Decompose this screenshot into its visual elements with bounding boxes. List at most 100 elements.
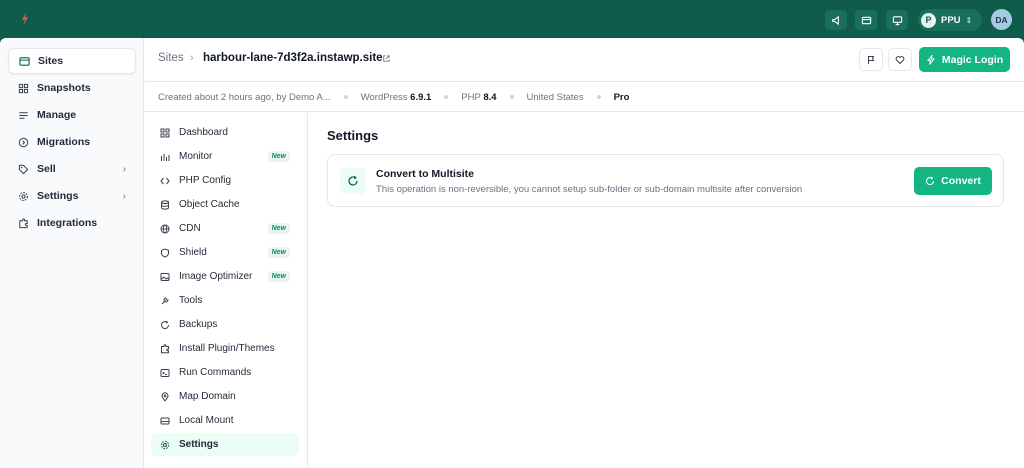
shield-icon (161, 247, 169, 258)
team-switcher[interactable]: P PPU ⇕ (918, 9, 982, 31)
sidebar-item-sell[interactable]: Sell › (8, 156, 136, 182)
app-frame: Sites Snapshots Manage Migrations Sell ›… (0, 38, 1024, 468)
site-title: harbour-lane-7d3f2a.instawp.site (203, 52, 383, 64)
meta-separator-dot (596, 95, 601, 99)
database-icon (161, 199, 169, 210)
pin-icon (161, 391, 169, 402)
subnav-item-object-cache[interactable]: Object Cache (151, 193, 299, 216)
meta-separator-dot (509, 95, 514, 99)
list-icon (19, 111, 28, 119)
gear-icon (160, 440, 170, 449)
refresh-icon (926, 176, 935, 186)
subnav-label: Settings (179, 439, 219, 450)
wordpress-version: 6.9.1 (410, 91, 432, 103)
sidebar-item-label: Sites (38, 55, 64, 67)
drive-icon (160, 417, 170, 424)
wordpress-label: WordPress (360, 91, 408, 103)
sidebar-item-label: Manage (37, 109, 77, 121)
billing-button[interactable] (855, 10, 877, 30)
breadcrumb-separator: › (190, 52, 194, 64)
image-icon (160, 272, 170, 281)
globe-icon (160, 224, 170, 233)
magic-login-label: Magic Login (941, 53, 1004, 66)
subnav-item-tools[interactable]: Tools (151, 289, 299, 312)
subnav-item-install-plugin-themes[interactable]: Install Plugin/Themes (151, 337, 299, 360)
sidebar: Sites Snapshots Manage Migrations Sell ›… (0, 38, 144, 468)
region-info: United States (526, 91, 584, 103)
wordpress-info: WordPress 6.9.1 (361, 92, 432, 103)
created-info: Created about 2 hours ago, by Demo A... (158, 91, 331, 103)
sidebar-item-migrations[interactable]: Migrations (8, 129, 136, 155)
subnav-label: Backups (179, 319, 218, 330)
site-subnav: Dashboard Monitor New PHP Config Object … (145, 113, 308, 468)
chevron-right-icon: › (122, 190, 126, 202)
tag-icon (18, 164, 29, 174)
plan-info: Pro (613, 91, 630, 103)
refresh-icon (348, 175, 358, 186)
sidebar-item-label: Settings (37, 190, 79, 202)
subnav-item-cdn[interactable]: CDN New (151, 217, 299, 240)
new-badge: New (267, 247, 290, 258)
sidebar-item-label: Sell (37, 163, 56, 175)
puzzle-icon (161, 343, 169, 353)
sidebar-item-label: Snapshots (37, 82, 91, 94)
subnav-label: Run Commands (179, 367, 252, 378)
grid-icon (18, 83, 29, 93)
announcement-button[interactable] (825, 10, 847, 30)
user-avatar[interactable]: DA (991, 9, 1012, 30)
top-bar: P PPU ⇕ DA (0, 0, 1024, 38)
subnav-label: Image Optimizer (179, 271, 253, 282)
site-meta-bar: Created about 2 hours ago, by Demo A... … (145, 83, 1024, 112)
subnav-item-settings[interactable]: Settings (151, 433, 299, 456)
convert-button[interactable]: Convert (914, 167, 992, 195)
subnav-label: Local Mount (179, 415, 234, 426)
flag-button[interactable] (859, 48, 883, 71)
subnav-item-dashboard[interactable]: Dashboard (151, 121, 299, 144)
main-area: Sites › harbour-lane-7d3f2a.instawp.site… (145, 38, 1024, 468)
subnav-label: Tools (179, 295, 203, 306)
sidebar-item-settings[interactable]: Settings › (8, 183, 136, 209)
subnav-item-backups[interactable]: Backups (151, 313, 299, 336)
subnav-label: Dashboard (179, 127, 228, 138)
php-info: PHP 8.4 (461, 92, 496, 103)
sidebar-item-snapshots[interactable]: Snapshots (8, 75, 136, 101)
magic-login-button[interactable]: Magic Login (919, 47, 1010, 72)
card-description: This operation is non-reversible, you ca… (376, 184, 803, 195)
subnav-label: Object Cache (179, 199, 240, 210)
subnav-item-local-mount[interactable]: Local Mount (151, 409, 299, 432)
new-badge: New (267, 223, 290, 234)
screen-button[interactable] (886, 10, 908, 30)
terminal-icon (160, 368, 170, 377)
chevron-right-icon: › (122, 163, 126, 175)
page-title: Settings (327, 128, 379, 143)
wrench-icon (161, 296, 169, 304)
subnav-label: Shield (179, 247, 207, 258)
team-initial: P (921, 12, 936, 28)
subnav-item-monitor[interactable]: Monitor New (151, 145, 299, 168)
subnav-label: Monitor (179, 151, 213, 162)
sidebar-item-manage[interactable]: Manage (8, 102, 136, 128)
subnav-item-shield[interactable]: Shield New (151, 241, 299, 264)
monitor-icon (892, 15, 902, 25)
card-title: Convert to Multisite (376, 168, 475, 180)
site-header: Sites › harbour-lane-7d3f2a.instawp.site… (145, 38, 1024, 82)
subnav-item-map-domain[interactable]: Map Domain (151, 385, 299, 408)
subnav-item-image-optimizer[interactable]: Image Optimizer New (151, 265, 299, 288)
sidebar-item-integrations[interactable]: Integrations (8, 210, 136, 236)
grid-icon (160, 128, 170, 137)
subnav-item-run-commands[interactable]: Run Commands (151, 361, 299, 384)
subnav-label: PHP Config (179, 175, 232, 186)
sidebar-item-label: Migrations (37, 136, 91, 148)
external-link-icon[interactable] (382, 54, 391, 63)
gear-icon (19, 191, 28, 201)
subnav-item-php-config[interactable]: PHP Config (151, 169, 299, 192)
lightning-icon (926, 54, 935, 65)
megaphone-icon (831, 15, 839, 25)
breadcrumb-sites-link[interactable]: Sites (158, 52, 184, 64)
favorite-button[interactable] (888, 48, 912, 71)
subnav-label: CDN (179, 223, 201, 234)
meta-separator-dot (444, 95, 449, 99)
sidebar-item-sites[interactable]: Sites (8, 48, 136, 74)
puzzle-icon (19, 217, 28, 228)
instawp-logo-icon[interactable] (16, 10, 34, 28)
